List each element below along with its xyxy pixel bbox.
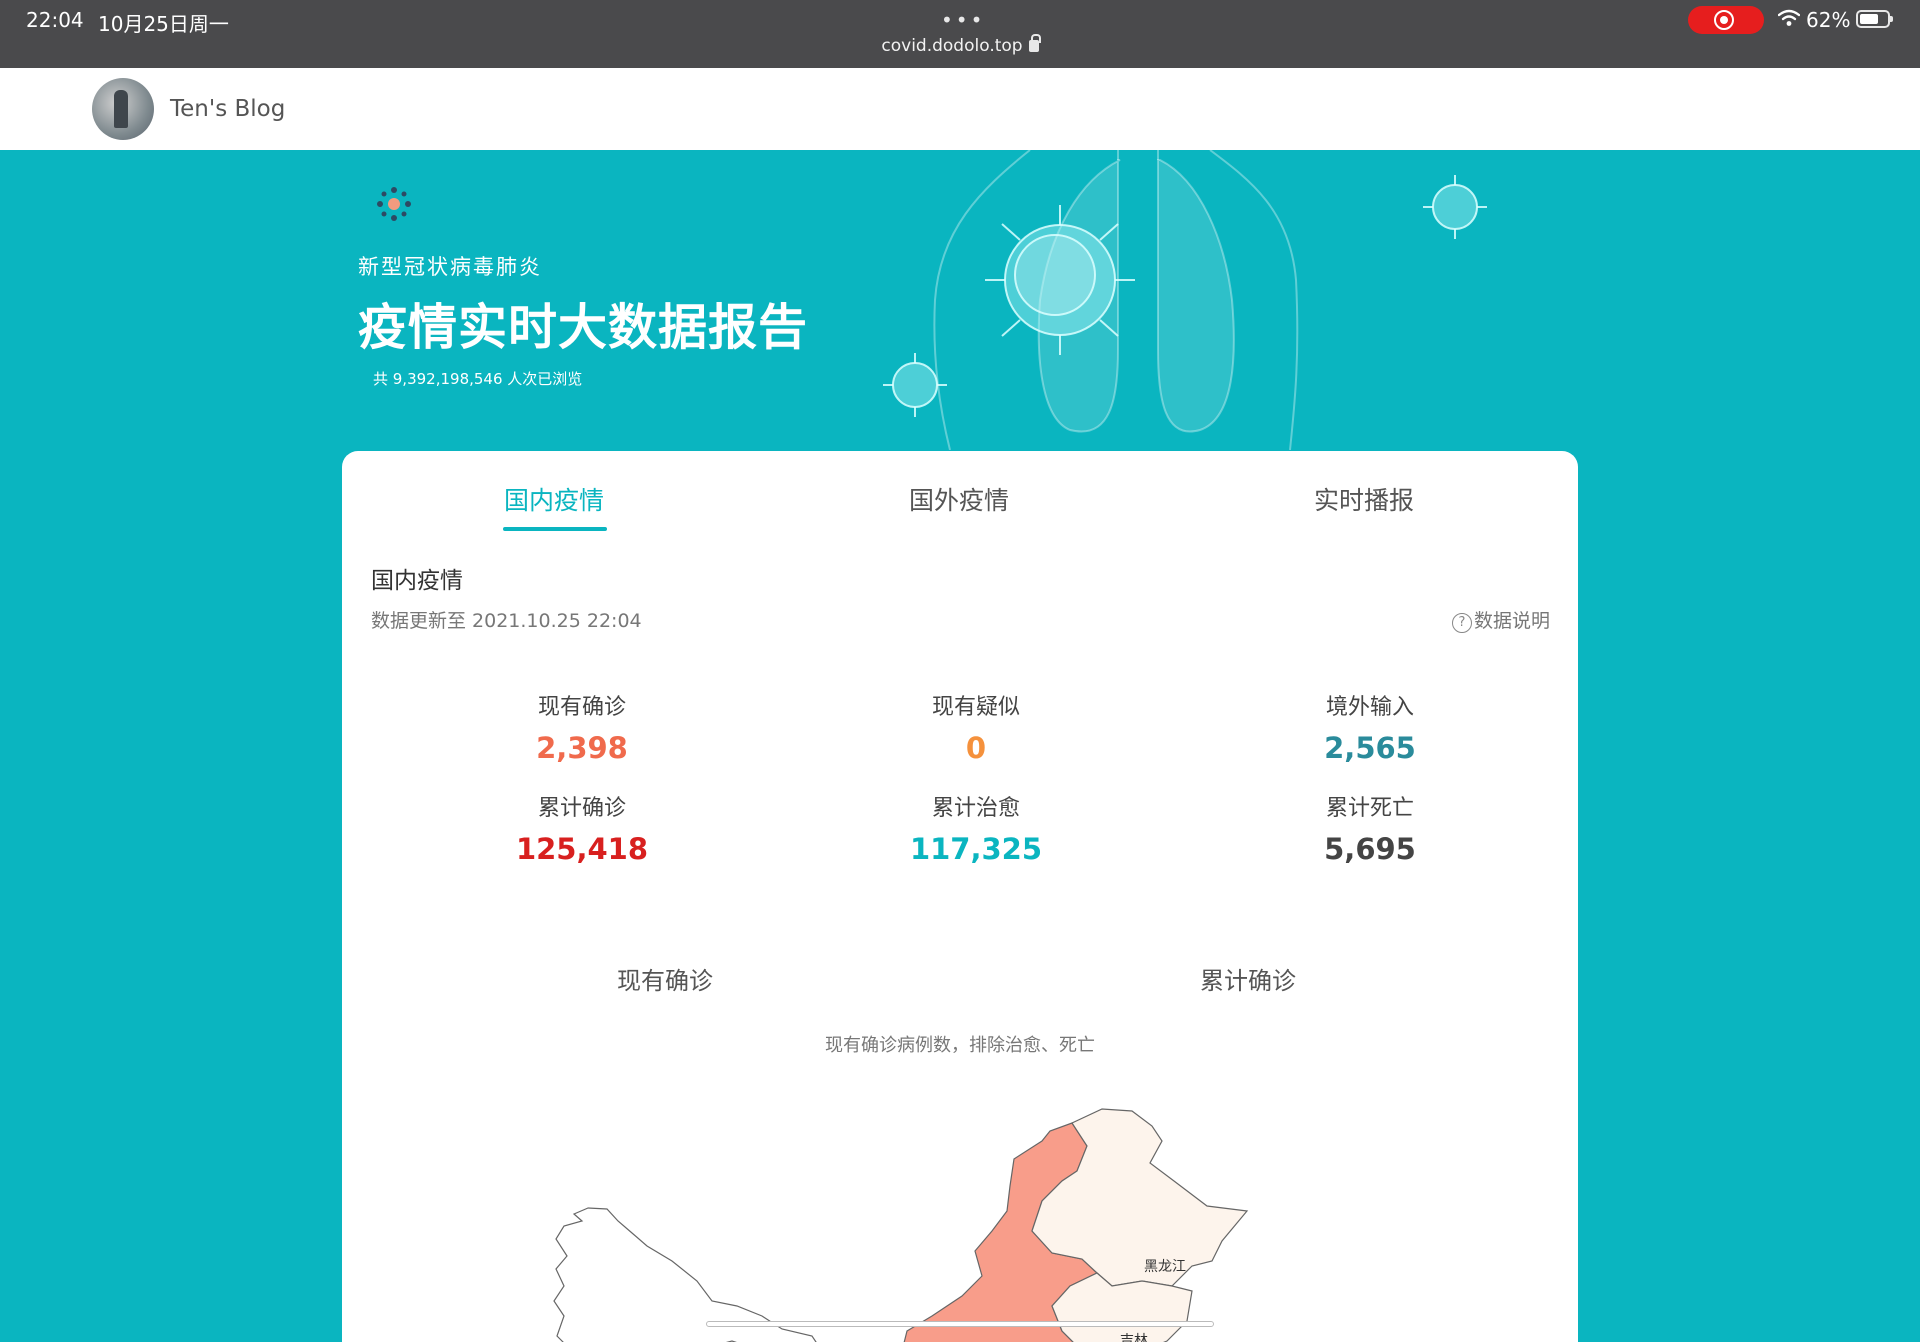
view-count: 共 9,392,198,546 人次已浏览 [373, 370, 583, 388]
stat-imported: 境外输入 2,565 [1220, 689, 1520, 765]
blog-header: Ten's Blog [0, 68, 1920, 150]
battery-icon [1856, 10, 1893, 28]
hero-title: 疫情实时大数据报告 [358, 299, 809, 356]
hero-subtitle: 新型冠状病毒肺炎 [358, 255, 542, 279]
stat-current-suspected: 现有疑似 0 [826, 689, 1126, 765]
address-bar[interactable]: covid.dodolo.top [0, 34, 1920, 56]
stat-value: 2,398 [536, 731, 628, 765]
update-time: 数据更新至 2021.10.25 22:04 [371, 610, 642, 632]
lungs-virus-illustration [883, 150, 1487, 450]
active-tab-indicator [503, 527, 607, 531]
record-icon [1714, 10, 1734, 30]
stat-value: 5,695 [1324, 832, 1416, 866]
stat-value: 117,325 [909, 832, 1043, 866]
stat-label: 累计治愈 [931, 796, 1020, 821]
virus-logo-icon [377, 187, 411, 221]
map-tab-total-confirmed[interactable]: 累计确诊 [1200, 961, 1296, 996]
stat-label: 现有疑似 [931, 695, 1020, 720]
stat-total-deaths: 累计死亡 5,695 [1220, 790, 1520, 866]
stat-value: 125,418 [515, 832, 649, 866]
data-note-label: 数据说明 [1473, 610, 1550, 632]
stat-label: 累计确诊 [537, 796, 626, 821]
battery-percentage: 62% [1806, 8, 1851, 32]
stat-label: 现有确诊 [537, 695, 626, 720]
data-note-link[interactable]: ? 数据说明 [1451, 606, 1550, 633]
map-label-heilongjiang: 黑龙江 [1144, 1258, 1186, 1274]
tab-live-broadcast[interactable]: 实时播报 [1314, 481, 1414, 517]
status-time: 22:04 [26, 8, 84, 32]
wifi-icon [1778, 9, 1800, 26]
home-indicator[interactable] [706, 1321, 1214, 1327]
main-card: 国内疫情 国外疫情 实时播报 国内疫情 数据更新至 2021.10.25 22:… [342, 451, 1578, 1342]
help-icon: ? [1451, 613, 1472, 633]
status-bar: 22:04 10月25日周一 ••• covid.dodolo.top 62% [0, 0, 1920, 68]
status-date: 10月25日周一 [98, 12, 229, 36]
stat-total-cured: 累计治愈 117,325 [826, 790, 1126, 866]
stat-value: 2,565 [1324, 731, 1416, 765]
url-text: covid.dodolo.top [881, 36, 1023, 56]
map-caption: 现有确诊病例数，排除治愈、死亡 [825, 1035, 1095, 1056]
tab-foreign[interactable]: 国外疫情 [909, 481, 1009, 517]
stat-current-confirmed: 现有确诊 2,398 [432, 689, 732, 765]
section-title: 国内疫情 [371, 568, 463, 594]
avatar[interactable] [92, 78, 154, 140]
tab-domestic[interactable]: 国内疫情 [504, 481, 604, 517]
stat-value: 0 [965, 731, 987, 765]
map-label-jilin: 吉林 [1120, 1332, 1148, 1342]
stat-total-confirmed: 累计确诊 125,418 [432, 790, 732, 866]
hero-banner: 新型冠状病毒肺炎 疫情实时大数据报告 共 9,392,198,546 人次已浏览 [0, 150, 1920, 450]
lock-icon [1028, 34, 1041, 52]
stat-label: 境外输入 [1325, 695, 1414, 720]
screen-recording-indicator[interactable] [1688, 6, 1764, 34]
stat-label: 累计死亡 [1325, 796, 1414, 821]
blog-title[interactable]: Ten's Blog [170, 96, 285, 122]
map-tab-current-confirmed[interactable]: 现有确诊 [617, 961, 713, 996]
china-map: 黑龙江 吉林 [553, 1108, 1249, 1342]
more-dots-icon[interactable]: ••• [941, 8, 985, 32]
